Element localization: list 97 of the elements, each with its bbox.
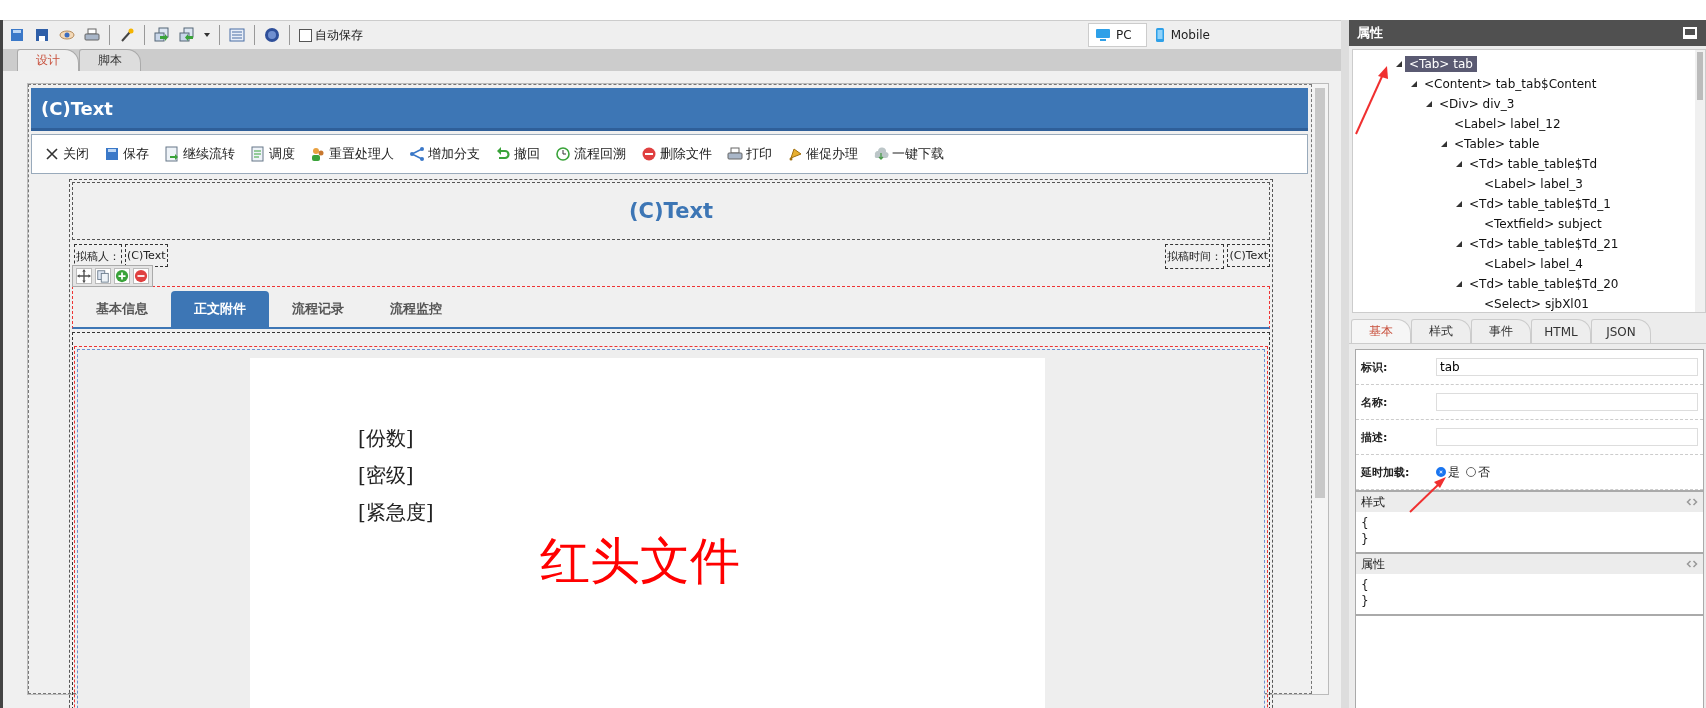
- tree-item[interactable]: <Div> div_3: [1435, 96, 1519, 112]
- clock-icon: [555, 146, 571, 162]
- section-title: 样式: [1361, 493, 1385, 511]
- field-value: (C)Text: [1227, 244, 1270, 267]
- panel-title: 属性: [1357, 24, 1383, 42]
- editor-tab[interactable]: 设计: [17, 49, 79, 71]
- form-tab[interactable]: 正文附件: [171, 291, 269, 327]
- code-line: }: [1361, 531, 1370, 547]
- monitor-icon: [1095, 27, 1111, 43]
- tree-item[interactable]: <Tab> tab: [1405, 56, 1477, 72]
- copy-icon: [95, 268, 111, 284]
- input-field[interactable]: [1436, 428, 1698, 446]
- list-icon: [229, 27, 245, 43]
- toolbar-button[interactable]: 打印: [727, 145, 772, 163]
- form-tab[interactable]: 基本信息: [73, 291, 171, 327]
- form-tab[interactable]: 流程记录: [269, 291, 367, 327]
- tree-item[interactable]: <Label> label_3: [1480, 176, 1587, 192]
- field-label: 标识:: [1361, 359, 1389, 375]
- tree-item[interactable]: <Td> table_table$Td: [1465, 156, 1602, 172]
- property-tab[interactable]: JSON: [1591, 319, 1651, 343]
- toolbar-button[interactable]: 保存: [104, 145, 149, 163]
- phone-icon: [1153, 27, 1166, 43]
- code-icon: [1686, 496, 1698, 508]
- document-icon: [250, 146, 266, 162]
- toolbar-button[interactable]: 增加分支: [409, 145, 480, 163]
- document-heading: 红头文件: [540, 531, 740, 592]
- tree-item[interactable]: <Table> table: [1450, 136, 1544, 152]
- toolbar-button[interactable]: 一键下载: [873, 145, 944, 163]
- tree-item[interactable]: <Label> label_12: [1450, 116, 1565, 132]
- property-tab[interactable]: HTML: [1531, 319, 1591, 343]
- form-header: (C)Text: [31, 88, 1308, 131]
- toolbar-button[interactable]: 关闭: [44, 145, 89, 163]
- minimize-icon[interactable]: [1682, 26, 1698, 40]
- input-field[interactable]: tab: [1436, 358, 1698, 376]
- toolbar-button[interactable]: 继续流转: [164, 145, 235, 163]
- checkbox[interactable]: [299, 28, 312, 42]
- field-label: 描述:: [1361, 429, 1389, 445]
- toolbar-button[interactable]: 重置处理人: [310, 145, 394, 163]
- view-toggle[interactable]: Mobile: [1146, 23, 1225, 47]
- undo-icon: [495, 146, 511, 162]
- scrollbar[interactable]: [1312, 84, 1328, 694]
- form-tab[interactable]: 流程监控: [367, 291, 465, 327]
- tree-item[interactable]: <Content> tab_tab$Content: [1420, 76, 1601, 92]
- tree-item[interactable]: <Label> label_4: [1480, 256, 1587, 272]
- document-field: [份数]: [358, 420, 1045, 457]
- code-line: }: [1361, 593, 1370, 609]
- property-tab[interactable]: 事件: [1471, 319, 1531, 343]
- save-icon: [9, 27, 25, 43]
- property-tab[interactable]: 样式: [1411, 319, 1471, 343]
- eye-icon: [59, 27, 75, 43]
- printer-icon: [727, 146, 743, 162]
- input-field[interactable]: [1436, 393, 1698, 411]
- annotation-arrow: [1354, 64, 1390, 136]
- remove-icon: [133, 268, 149, 284]
- people-icon: [310, 146, 326, 162]
- code-line: {: [1361, 515, 1370, 531]
- radio-label: 否: [1478, 463, 1490, 481]
- editor-tab[interactable]: 脚本: [79, 49, 141, 71]
- toolbar-button[interactable]: 删除文件: [641, 145, 712, 163]
- add-icon: [114, 268, 130, 284]
- floppy-icon: [104, 146, 120, 162]
- radio-button[interactable]: [1466, 467, 1476, 477]
- radio-label: 是: [1448, 463, 1460, 481]
- toolbar-button[interactable]: 调度: [250, 145, 295, 163]
- field-label: 拟稿时间：: [1165, 244, 1225, 269]
- save-as-icon: [34, 27, 50, 43]
- property-tab[interactable]: 基本: [1351, 319, 1411, 343]
- checkbox-label: 自动保存: [315, 26, 363, 44]
- section-title: 属性: [1361, 555, 1385, 573]
- minus-circle-icon: [641, 146, 657, 162]
- caret-icon[interactable]: [204, 33, 210, 37]
- toolbar-button[interactable]: 撤回: [495, 145, 540, 163]
- tree-item[interactable]: <Td> table_table$Td_21: [1465, 236, 1623, 252]
- move-icon: [76, 268, 92, 284]
- form-title: (C)Text: [72, 182, 1270, 240]
- share-icon: [409, 146, 425, 162]
- field-label: 名称:: [1361, 394, 1389, 410]
- printer-icon: [84, 27, 100, 43]
- annotation-arrow: [1408, 474, 1448, 514]
- toolbar-button[interactable]: 催促办理: [787, 145, 858, 163]
- document-field: [密级]: [358, 457, 1045, 494]
- tree-item[interactable]: <Textfield> subject: [1480, 216, 1606, 232]
- import-icon: [154, 27, 170, 43]
- tree-item[interactable]: <Td> table_table$Td_20: [1465, 276, 1623, 292]
- tree-item[interactable]: <Select> sjbXl01: [1480, 296, 1593, 312]
- view-toggle[interactable]: PC: [1088, 23, 1147, 47]
- toolbar-button[interactable]: 流程回溯: [555, 145, 626, 163]
- code-line: {: [1361, 577, 1370, 593]
- wand-icon: [119, 27, 135, 43]
- scrollbar[interactable]: [1695, 50, 1705, 312]
- download-icon: [873, 146, 889, 162]
- field-label: 延时加载:: [1361, 464, 1411, 480]
- export-icon: [179, 27, 195, 43]
- document-field: [紧急度]: [358, 494, 1045, 531]
- tree-item[interactable]: <Td> table_table$Td_1: [1465, 196, 1615, 212]
- close-icon: [44, 146, 60, 162]
- code-icon: [1686, 558, 1698, 570]
